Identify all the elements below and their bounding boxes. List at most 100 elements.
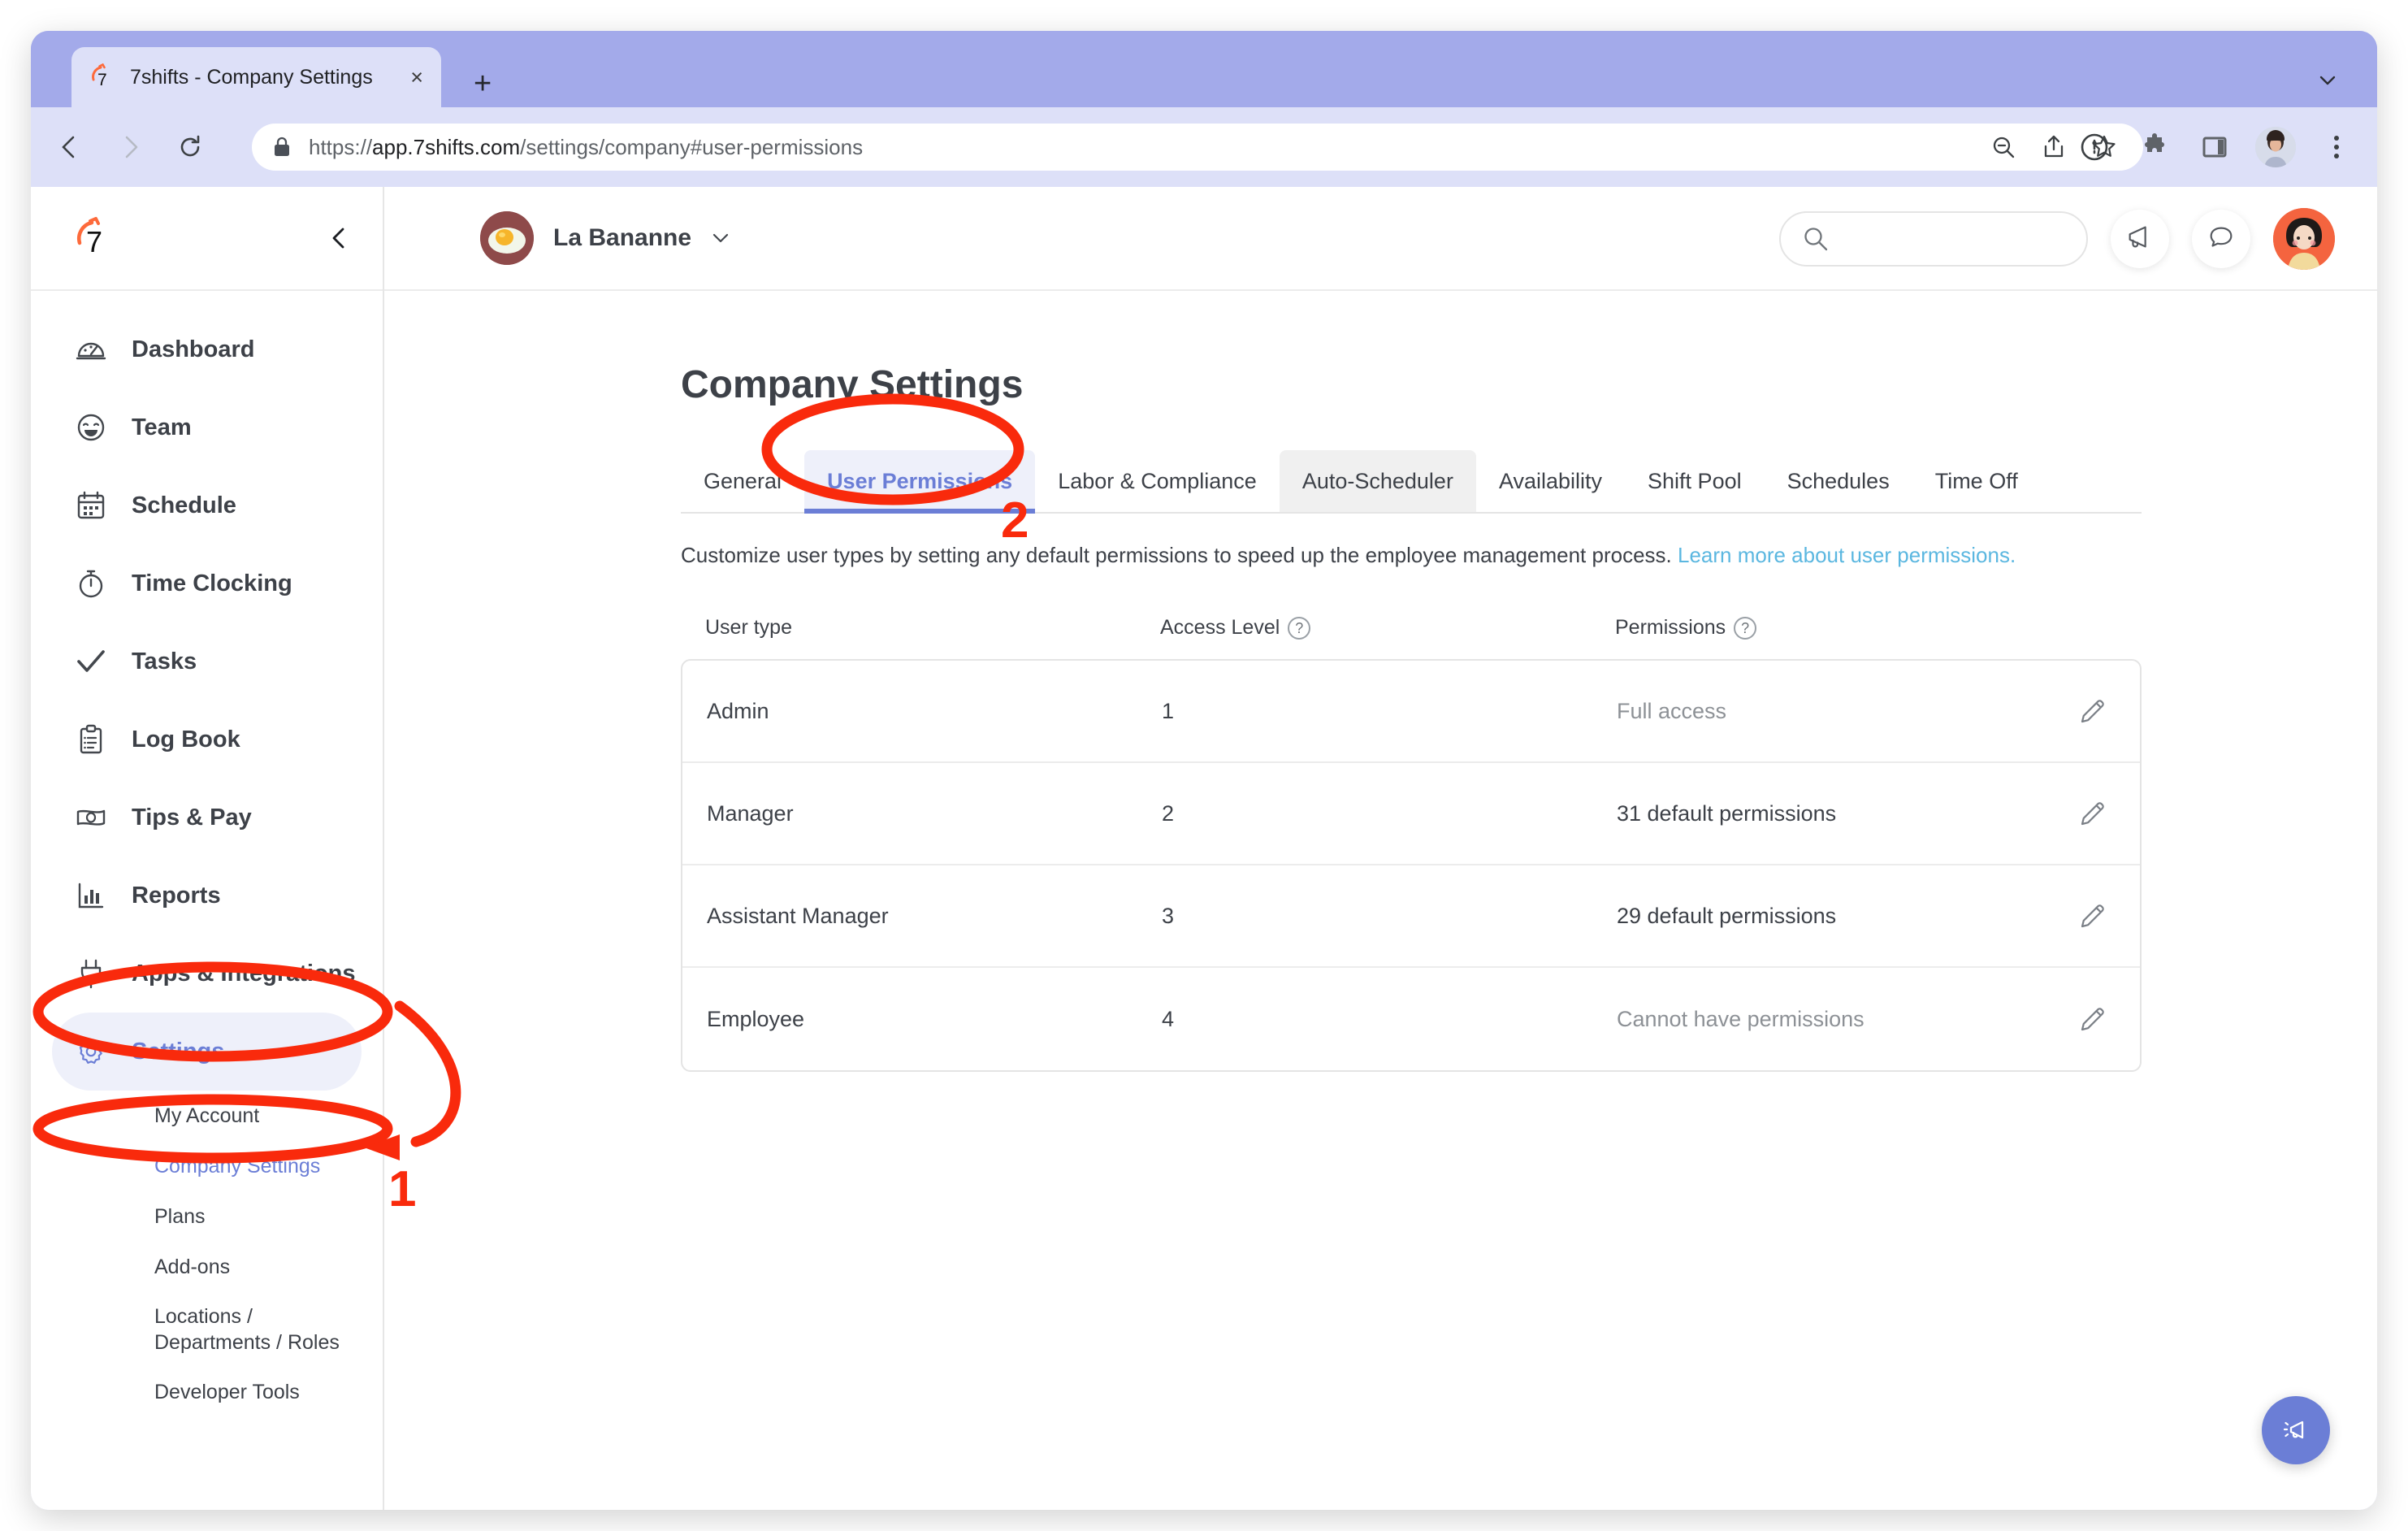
chevron-left-icon[interactable] bbox=[327, 226, 352, 250]
megaphone-icon bbox=[2124, 222, 2155, 257]
sidebar-header: 7 bbox=[31, 187, 383, 291]
edit-pencil-icon[interactable] bbox=[2070, 688, 2116, 734]
bar-chart-icon bbox=[75, 879, 107, 912]
search-input[interactable] bbox=[1779, 211, 2088, 267]
chevron-down-icon[interactable] bbox=[2317, 70, 2338, 91]
forward-arrow-icon[interactable] bbox=[109, 126, 151, 168]
help-icon[interactable]: ? bbox=[1288, 617, 1310, 640]
help-icon[interactable]: ? bbox=[1734, 617, 1756, 640]
table-header-row: User type Access Level ? Permissions ? bbox=[681, 616, 2142, 659]
sidebar-item-label: Time Clocking bbox=[132, 570, 292, 597]
clipboard-icon bbox=[75, 723, 107, 756]
tab-schedules[interactable]: Schedules bbox=[1765, 450, 1912, 512]
tab-auto-scheduler[interactable]: Auto-Scheduler bbox=[1280, 450, 1476, 512]
location-name: La Bananne bbox=[553, 224, 691, 252]
browser-toolbar-actions bbox=[2075, 127, 2356, 167]
chat-button[interactable] bbox=[2192, 210, 2250, 268]
extensions-puzzle-icon[interactable] bbox=[2135, 128, 2174, 167]
cell-access-level: 3 bbox=[1162, 904, 1617, 929]
announcements-button[interactable] bbox=[2111, 210, 2169, 268]
money-bill-icon bbox=[75, 801, 107, 834]
table-row[interactable]: Assistant Manager 3 29 default permissio… bbox=[682, 865, 2140, 968]
tab-time-off[interactable]: Time Off bbox=[1912, 450, 2041, 512]
browser-tab-strip: 7 7shifts - Company Settings × + bbox=[31, 31, 2377, 107]
gauge-icon bbox=[75, 333, 107, 366]
browser-profile-avatar[interactable] bbox=[2255, 127, 2296, 167]
chevron-down-icon bbox=[711, 228, 730, 248]
tab-shift-pool[interactable]: Shift Pool bbox=[1625, 450, 1765, 512]
share-icon[interactable] bbox=[2036, 129, 2072, 165]
address-bar[interactable]: https://app.7shifts.com/settings/company… bbox=[252, 124, 2143, 171]
announcements-fab-button[interactable] bbox=[2262, 1396, 2330, 1464]
browser-toolbar: https://app.7shifts.com/settings/company… bbox=[31, 107, 2377, 187]
tab-general[interactable]: General bbox=[681, 450, 804, 512]
sidebar-item-reports[interactable]: Reports bbox=[52, 857, 362, 935]
sidebar-nav: Dashboard Team Schedule bbox=[31, 291, 383, 1417]
sidebar-subitem-add-ons[interactable]: Add-ons bbox=[31, 1242, 383, 1292]
cell-access-level: 4 bbox=[1162, 1007, 1617, 1032]
checkmark-icon bbox=[75, 645, 107, 678]
zoom-out-icon[interactable] bbox=[1986, 129, 2021, 165]
cell-user-type: Assistant Manager bbox=[707, 904, 1162, 929]
tab-availability[interactable]: Availability bbox=[1476, 450, 1625, 512]
table-row[interactable]: Manager 2 31 default permissions bbox=[682, 763, 2140, 865]
close-icon[interactable]: × bbox=[410, 67, 423, 89]
1password-icon[interactable] bbox=[2075, 128, 2114, 167]
column-header-user-type: User type bbox=[705, 616, 1160, 640]
location-switcher[interactable]: La Bananne bbox=[480, 211, 730, 265]
7shifts-logo-icon[interactable]: 7 bbox=[73, 215, 119, 261]
sidebar-item-schedule[interactable]: Schedule bbox=[52, 466, 362, 544]
table-row[interactable]: Admin 1 Full access bbox=[682, 661, 2140, 763]
sidebar-item-team[interactable]: Team bbox=[52, 388, 362, 466]
description-text: Customize user types by setting any defa… bbox=[681, 543, 2016, 568]
cell-permissions: 31 default permissions bbox=[1617, 801, 2070, 826]
edit-pencil-icon[interactable] bbox=[2070, 996, 2116, 1042]
sidebar-subitem-plans[interactable]: Plans bbox=[31, 1191, 383, 1242]
annotation-step-two: 2 bbox=[1001, 492, 1029, 549]
svg-text:7: 7 bbox=[86, 225, 102, 258]
svg-text:7: 7 bbox=[97, 71, 107, 89]
sidebar-item-label: Tips & Pay bbox=[132, 805, 252, 831]
sidebar-item-label: Reports bbox=[132, 883, 221, 909]
kebab-menu-icon[interactable] bbox=[2317, 128, 2356, 167]
gear-icon bbox=[75, 1035, 107, 1068]
user-avatar[interactable] bbox=[2273, 208, 2335, 270]
sidebar-item-tasks[interactable]: Tasks bbox=[52, 622, 362, 700]
sidebar-subitem-developer-tools[interactable]: Developer Tools bbox=[31, 1367, 383, 1417]
back-arrow-icon[interactable] bbox=[49, 126, 91, 168]
plug-icon bbox=[75, 957, 107, 990]
sidebar-item-label: Team bbox=[132, 414, 192, 441]
sidebar-subitem-my-account[interactable]: My Account bbox=[31, 1091, 383, 1141]
cell-permissions: 29 default permissions bbox=[1617, 904, 2070, 929]
sidebar-subitem-locations-departments-roles[interactable]: Locations / Departments / Roles bbox=[31, 1292, 383, 1367]
new-tab-button[interactable]: + bbox=[474, 68, 492, 99]
sidebar-item-apps-integrations[interactable]: Apps & Integrations bbox=[52, 935, 362, 1013]
app-sidebar: 7 Dashboard bbox=[31, 187, 384, 1510]
table-row[interactable]: Employee 4 Cannot have permissions bbox=[682, 968, 2140, 1070]
side-panel-icon[interactable] bbox=[2195, 128, 2234, 167]
sidebar-item-tips-pay[interactable]: Tips & Pay bbox=[52, 779, 362, 857]
lock-icon bbox=[273, 137, 291, 158]
page-viewport: 7 Dashboard bbox=[31, 187, 2377, 1510]
reload-icon[interactable] bbox=[169, 126, 211, 168]
sidebar-item-settings[interactable]: Settings bbox=[52, 1013, 362, 1091]
browser-tab-title: 7shifts - Company Settings bbox=[130, 66, 397, 89]
tab-labor-compliance[interactable]: Labor & Compliance bbox=[1035, 450, 1280, 512]
sidebar-item-dashboard[interactable]: Dashboard bbox=[52, 310, 362, 388]
edit-pencil-icon[interactable] bbox=[2070, 893, 2116, 939]
sidebar-subitem-company-settings[interactable]: Company Settings bbox=[31, 1141, 383, 1191]
stopwatch-icon bbox=[75, 567, 107, 600]
cell-permissions: Full access bbox=[1617, 699, 2070, 724]
megaphone-icon bbox=[2280, 1412, 2312, 1449]
sidebar-item-log-book[interactable]: Log Book bbox=[52, 700, 362, 779]
sidebar-item-time-clocking[interactable]: Time Clocking bbox=[52, 544, 362, 622]
cell-access-level: 2 bbox=[1162, 801, 1617, 826]
learn-more-link[interactable]: Learn more about user permissions. bbox=[1678, 543, 2016, 567]
fried-egg-avatar bbox=[480, 211, 534, 265]
7shifts-logo-icon: 7 bbox=[89, 63, 117, 91]
edit-pencil-icon[interactable] bbox=[2070, 791, 2116, 836]
sidebar-item-label: Settings bbox=[132, 1039, 224, 1065]
column-header-access-level: Access Level ? bbox=[1160, 616, 1615, 640]
search-field[interactable] bbox=[1843, 228, 2065, 251]
browser-tab[interactable]: 7 7shifts - Company Settings × bbox=[71, 47, 441, 107]
